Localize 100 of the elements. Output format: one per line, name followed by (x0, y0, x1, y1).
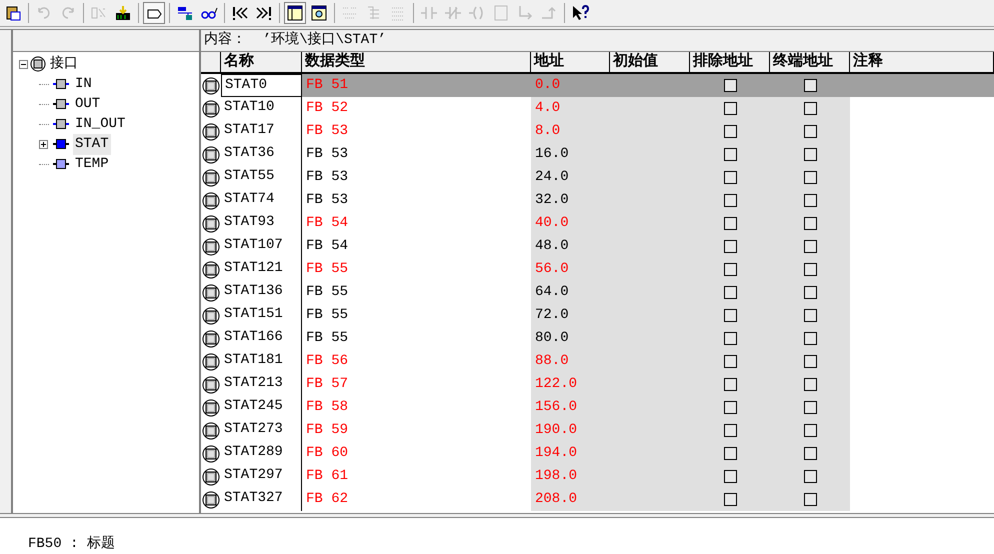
checkbox[interactable] (804, 194, 816, 207)
variable-icon (202, 168, 220, 186)
checkbox[interactable] (804, 309, 816, 322)
checkbox[interactable] (724, 194, 736, 207)
table-row[interactable]: STAT36 FB 53 16.0 (201, 143, 994, 166)
table-row[interactable]: STAT74 FB 53 32.0 (201, 189, 994, 212)
variable-icon (202, 306, 220, 324)
table-row[interactable]: STAT213 FB 57 122.0 (201, 373, 994, 396)
variable-icon (202, 444, 220, 462)
checkbox[interactable] (724, 332, 736, 345)
checkbox[interactable] (804, 378, 816, 391)
table-cell: 16.0 (531, 143, 610, 166)
table-cell: 56.0 (531, 258, 610, 281)
checkbox[interactable] (804, 355, 816, 368)
variable-icon (202, 352, 220, 370)
checkbox[interactable] (724, 493, 736, 506)
checkbox[interactable] (724, 240, 736, 253)
table-cell: 198.0 (531, 465, 610, 488)
table-row[interactable]: STAT55 FB 53 24.0 (201, 166, 994, 189)
checkbox[interactable] (724, 378, 736, 391)
checkbox[interactable] (804, 125, 816, 138)
content-path: 内容： ’环境\接口\STAT’ (204, 30, 386, 50)
table-cell: 48.0 (531, 235, 610, 258)
checkbox[interactable] (804, 171, 816, 184)
table-cell: 190.0 (531, 419, 610, 442)
checkbox[interactable] (804, 240, 816, 253)
interface-node-icon (53, 158, 69, 170)
table-row[interactable]: STAT136 FB 55 64.0 (201, 281, 994, 304)
checkbox[interactable] (724, 355, 736, 368)
checkbox[interactable] (724, 102, 736, 115)
table-row[interactable]: STAT121 FB 55 56.0 (201, 258, 994, 281)
column-header[interactable]: 名称 (221, 52, 302, 72)
checkbox[interactable] (724, 125, 736, 138)
checkbox[interactable] (804, 79, 816, 92)
checkbox[interactable] (804, 217, 816, 230)
tree-item[interactable]: OUT (73, 94, 102, 114)
checkbox[interactable] (724, 286, 736, 299)
checkbox[interactable] (804, 447, 816, 460)
table-row[interactable]: STAT289 FB 60 194.0 (201, 442, 994, 465)
table-cell: STAT0 (221, 74, 302, 97)
interface-node-icon (53, 78, 69, 90)
table-cell: 156.0 (531, 396, 610, 419)
table-cell: 8.0 (531, 120, 610, 143)
magnifier-icon (310, 4, 328, 22)
variable-icon (202, 192, 220, 210)
checkbox[interactable] (724, 217, 736, 230)
table-row[interactable]: STAT273 FB 59 190.0 (201, 419, 994, 442)
expand-icon[interactable] (39, 140, 48, 148)
tree-item[interactable]: 接口 (48, 54, 80, 74)
checkbox[interactable] (724, 148, 736, 161)
table-row[interactable]: STAT93 FB 54 40.0 (201, 212, 994, 235)
table-cell: 24.0 (531, 166, 610, 189)
checkbox[interactable] (724, 171, 736, 184)
checkbox[interactable] (724, 79, 736, 92)
checkbox[interactable] (724, 424, 736, 437)
tree-item[interactable]: STAT (73, 134, 111, 154)
table-row[interactable]: STAT245 FB 58 156.0 (201, 396, 994, 419)
interface-root-icon (30, 56, 46, 72)
table-row[interactable]: STAT107 FB 54 48.0 (201, 235, 994, 258)
column-header[interactable]: 地址 (531, 52, 610, 72)
checkbox[interactable] (804, 148, 816, 161)
checkbox[interactable] (804, 332, 816, 345)
checkbox[interactable] (724, 309, 736, 322)
variable-icon (202, 100, 220, 118)
collapse-icon[interactable] (19, 60, 28, 68)
column-header[interactable]: 注释 (850, 52, 994, 72)
variable-icon (202, 284, 220, 302)
tree-item[interactable]: TEMP (73, 154, 111, 174)
checkbox[interactable] (804, 286, 816, 299)
table-row[interactable]: STAT17 FB 53 8.0 (201, 120, 994, 143)
variable-icon (202, 468, 220, 486)
checkbox[interactable] (804, 102, 816, 115)
table-row[interactable]: STAT327 FB 62 208.0 (201, 488, 994, 511)
column-header[interactable]: 终端地址 (770, 52, 850, 72)
checkbox[interactable] (804, 493, 816, 506)
table-row[interactable]: STAT0 FB 51 0.0 (201, 74, 994, 97)
tree-item[interactable]: IN (73, 74, 94, 94)
table-row[interactable]: STAT166 FB 55 80.0 (201, 327, 994, 350)
checkbox[interactable] (804, 470, 816, 483)
tree-item[interactable]: IN_OUT (73, 114, 128, 134)
table-row[interactable]: STAT151 FB 55 72.0 (201, 304, 994, 327)
network-icon (176, 4, 194, 22)
table-row[interactable]: STAT297 FB 61 198.0 (201, 465, 994, 488)
table-cell: 80.0 (531, 327, 610, 350)
checkbox[interactable] (724, 447, 736, 460)
checkbox[interactable] (724, 401, 736, 414)
toolbar-button[interactable] (284, 2, 306, 24)
column-header[interactable]: 排除地址 (690, 52, 770, 72)
checkbox[interactable] (804, 263, 816, 276)
toolbar-button[interactable] (143, 2, 165, 24)
table-row[interactable]: STAT10 FB 52 4.0 (201, 97, 994, 120)
table-row[interactable]: STAT181 FB 56 88.0 (201, 350, 994, 373)
jump-forward-icon (255, 4, 273, 22)
checkbox[interactable] (724, 263, 736, 276)
column-header[interactable]: 初始值 (610, 52, 690, 72)
checkbox[interactable] (804, 401, 816, 414)
close-branch-icon (540, 4, 558, 22)
checkbox[interactable] (804, 424, 816, 437)
checkbox[interactable] (724, 470, 736, 483)
column-header[interactable]: 数据类型 (302, 52, 531, 72)
